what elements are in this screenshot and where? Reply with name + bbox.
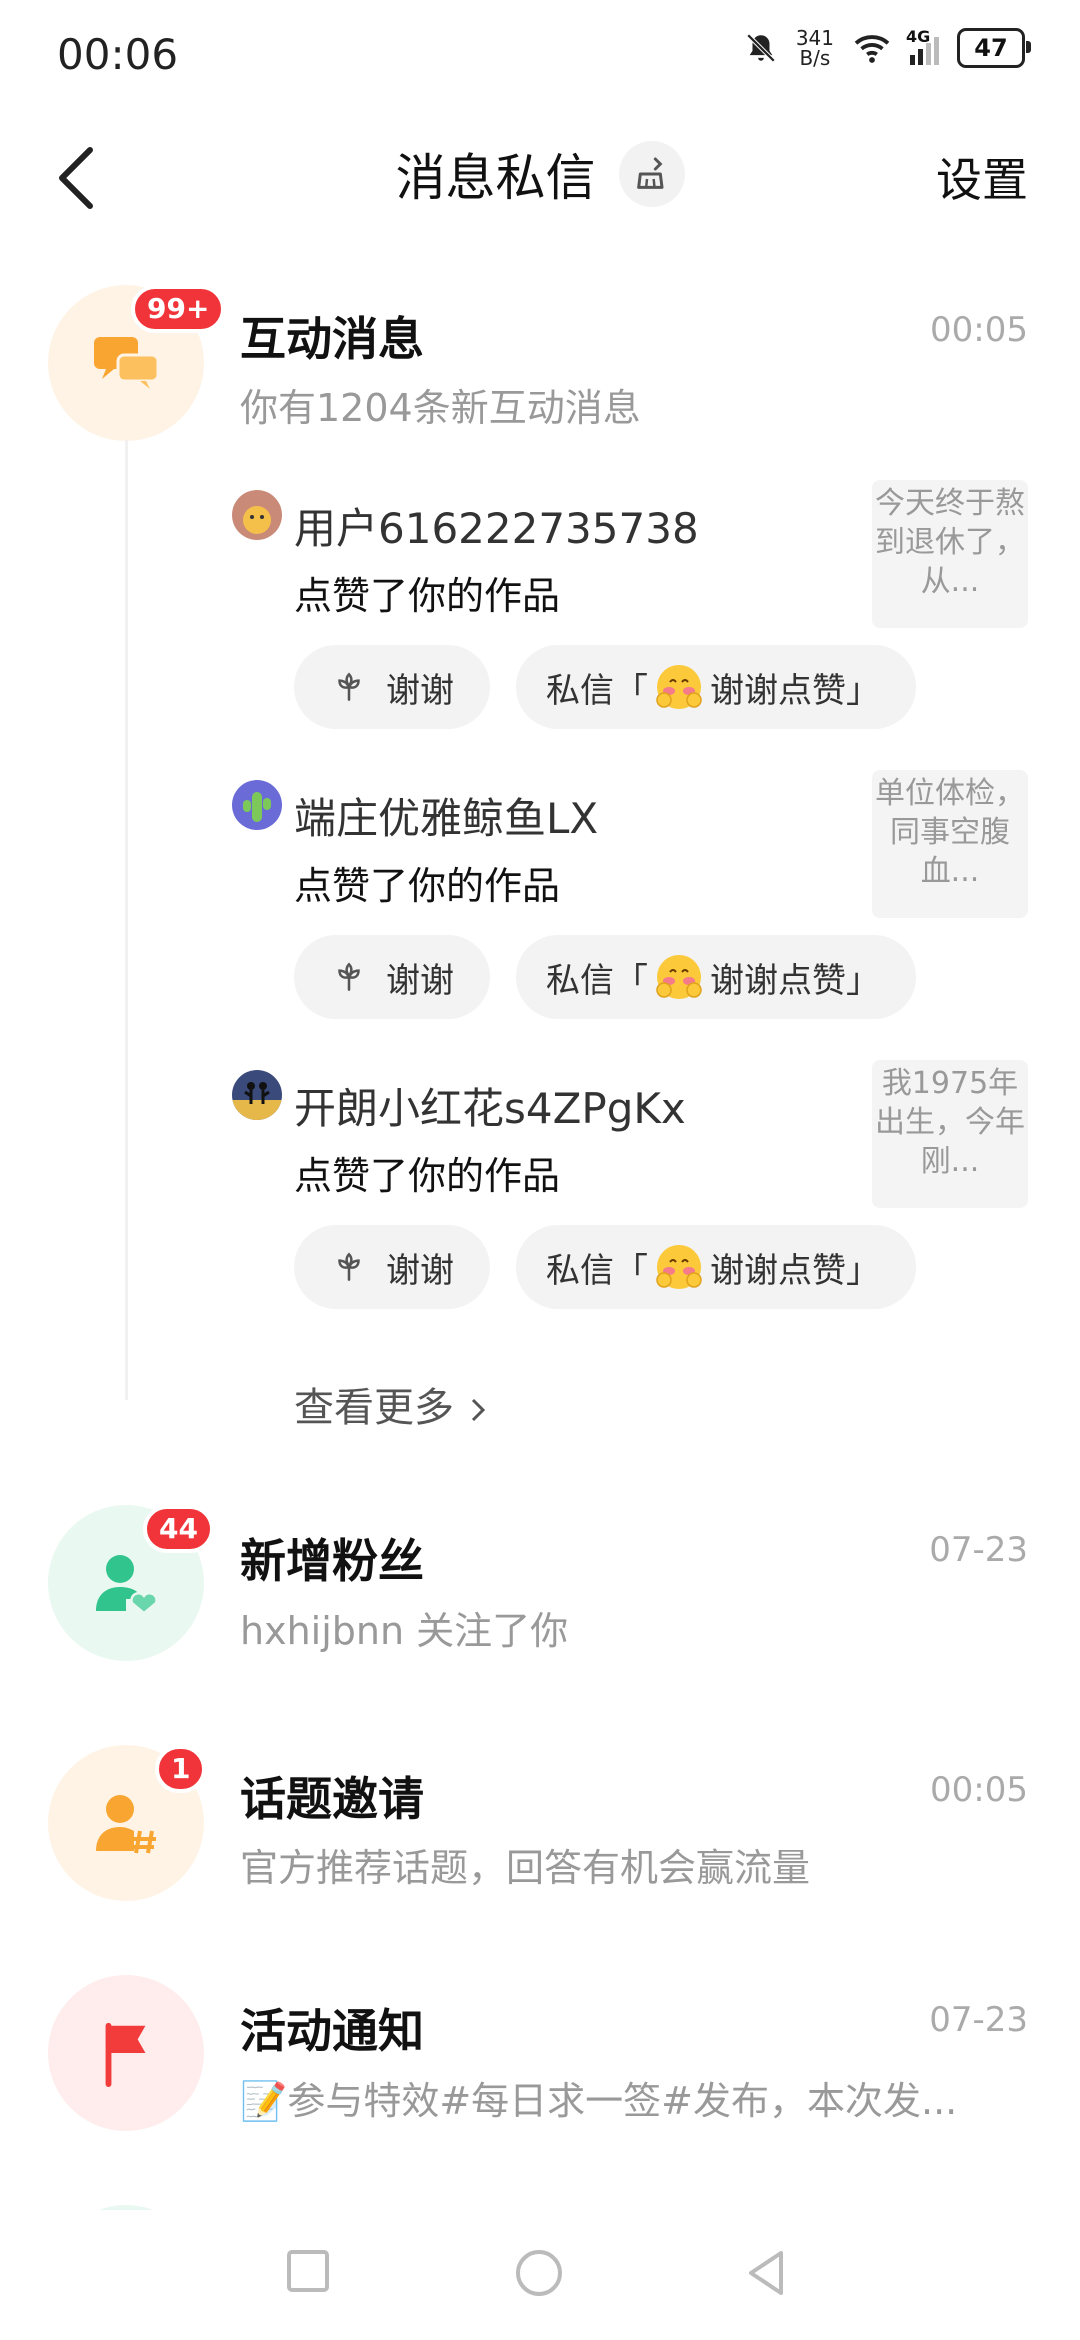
bell-muted-icon <box>746 33 776 63</box>
status-bar: 00:06 341 B/s 4G 47 <box>0 0 1080 110</box>
user-name[interactable]: 用户616222735738 <box>294 495 699 556</box>
thanks-button[interactable]: 谢谢 <box>294 935 490 1019</box>
interaction-item[interactable]: 端庄优雅鲸鱼LX 点赞了你的作品 单位体检，同事空腹血... 谢谢 私信「 谢谢… <box>0 770 1080 1030</box>
action-text: 点赞了你的作品 <box>294 1154 561 1198</box>
battery-icon: 47 <box>957 28 1031 68</box>
blush-emoji-icon <box>656 955 702 999</box>
home-icon[interactable] <box>514 2248 564 2298</box>
status-time: 00:06 <box>57 30 179 79</box>
clear-unread-button[interactable] <box>618 141 685 207</box>
row-title: 话题邀请 <box>240 1772 424 1826</box>
row-subtitle: 📝参与特效#每日求一签#发布，本次发... <box>240 2079 958 2123</box>
unread-badge: 44 <box>143 1505 214 1553</box>
new-followers-row[interactable]: 44 新增粉丝 hxhijbnn 关注了你 07-23 <box>0 1505 1080 1665</box>
user-avatar <box>232 1070 282 1120</box>
activity-notification-row[interactable]: 活动通知 📝参与特效#每日求一签#发布，本次发... 07-23 <box>0 1975 1080 2135</box>
status-icons: 341 B/s 4G 47 <box>744 26 1031 70</box>
dm-thanks-button[interactable]: 私信「 谢谢点赞」 <box>516 645 916 729</box>
wifi-icon <box>854 35 890 63</box>
row-title: 活动通知 <box>240 2004 424 2058</box>
back-icon[interactable] <box>743 2248 789 2298</box>
broom-icon <box>636 157 664 189</box>
post-preview[interactable]: 我1975年出生，今年刚... <box>872 1060 1028 1208</box>
interaction-item[interactable]: 开朗小红花s4ZPgKx 点赞了你的作品 我1975年出生，今年刚... 谢谢 … <box>0 1060 1080 1320</box>
row-time: 00:05 <box>930 1770 1028 1810</box>
post-preview[interactable]: 今天终于熬到退休了，从... <box>872 480 1028 628</box>
row-subtitle: 官方推荐话题，回答有机会赢流量 <box>240 1846 811 1890</box>
interaction-messages-row[interactable]: 99+ 互动消息 你有1204条新互动消息 00:05 <box>0 285 1080 445</box>
row-subtitle: hxhijbnn 关注了你 <box>240 1609 569 1653</box>
action-text: 点赞了你的作品 <box>294 864 561 908</box>
row-time: 00:05 <box>930 310 1028 350</box>
user-avatar <box>232 780 282 830</box>
flag-icon <box>105 2022 146 2088</box>
row-time: 07-23 <box>929 2000 1028 2040</box>
blush-emoji-icon <box>656 1245 702 1289</box>
blush-emoji-icon <box>656 665 702 709</box>
settings-button[interactable]: 设置 <box>936 144 1028 210</box>
chat-bubbles-icon <box>94 337 160 389</box>
dm-thanks-button[interactable]: 私信「 谢谢点赞」 <box>516 935 916 1019</box>
flower-icon <box>338 1252 360 1281</box>
row-time: 07-23 <box>929 1530 1028 1570</box>
row-subtitle: 你有1204条新互动消息 <box>240 386 641 430</box>
person-hashtag-icon <box>96 1795 156 1854</box>
top-bar: 消息私信 设置 <box>0 120 1080 230</box>
dm-thanks-button[interactable]: 私信「 谢谢点赞」 <box>516 1225 916 1309</box>
row-title: 互动消息 <box>240 312 424 366</box>
activity-avatar <box>48 1975 204 2131</box>
flower-icon <box>338 962 360 991</box>
action-text: 点赞了你的作品 <box>294 574 561 618</box>
chevron-right-icon <box>471 1398 485 1422</box>
flower-icon <box>338 672 360 701</box>
view-more-link[interactable]: 查看更多 <box>294 1375 489 1433</box>
person-heart-icon <box>96 1555 158 1615</box>
net-speed: 341 B/s <box>795 26 834 70</box>
row-title: 新增粉丝 <box>240 1534 424 1588</box>
post-preview[interactable]: 单位体检，同事空腹血... <box>872 770 1028 918</box>
recents-icon[interactable] <box>285 2248 331 2294</box>
user-avatar <box>232 490 282 540</box>
user-name[interactable]: 端庄优雅鲸鱼LX <box>294 785 598 846</box>
topic-invitation-row[interactable]: 1 话题邀请 官方推荐话题，回答有机会赢流量 00:05 <box>0 1745 1080 1905</box>
interaction-item[interactable]: 用户616222735738 点赞了你的作品 今天终于熬到退休了，从... 谢谢… <box>0 480 1080 740</box>
thanks-button[interactable]: 谢谢 <box>294 1225 490 1309</box>
signal-icon: 4G <box>906 27 939 65</box>
user-name[interactable]: 开朗小红花s4ZPgKx <box>294 1075 686 1136</box>
unread-badge: 1 <box>155 1745 207 1793</box>
thanks-button[interactable]: 谢谢 <box>294 645 490 729</box>
page-title: 消息私信 <box>395 149 596 207</box>
title-area: 消息私信 <box>0 138 1080 210</box>
unread-badge: 99+ <box>131 285 226 333</box>
system-nav-bar <box>0 2210 1080 2340</box>
